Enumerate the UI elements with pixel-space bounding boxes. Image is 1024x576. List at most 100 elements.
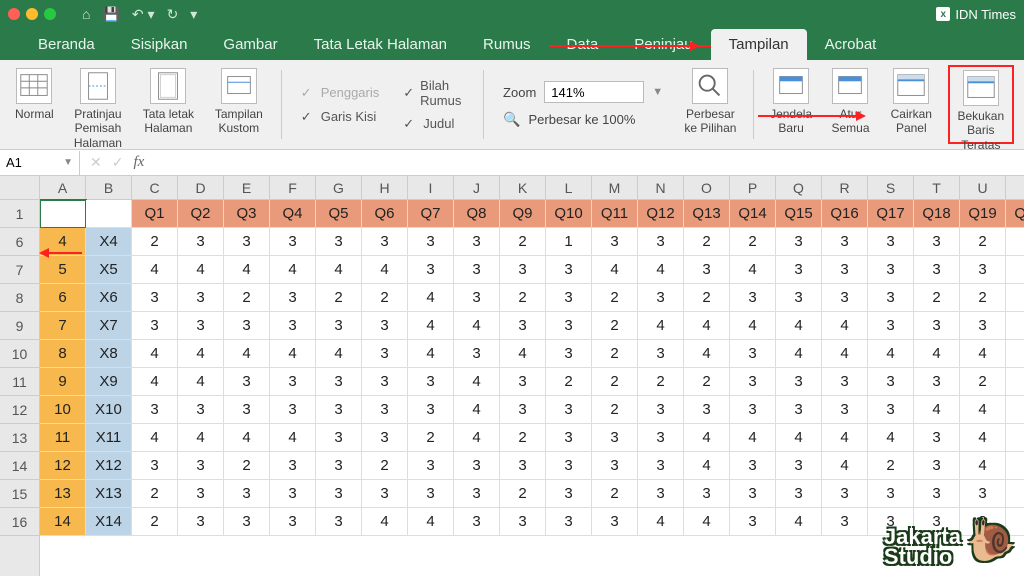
select-all-corner[interactable] [0, 176, 39, 200]
cell[interactable]: 3 [500, 508, 546, 536]
cell[interactable]: 2 [362, 452, 408, 480]
cell[interactable]: 4 [822, 452, 868, 480]
cell[interactable]: 4 [316, 256, 362, 284]
cell[interactable]: 4 [270, 424, 316, 452]
column-header[interactable]: P [730, 176, 776, 199]
cell[interactable]: 4 [638, 312, 684, 340]
cell[interactable]: 4 [776, 340, 822, 368]
cancel-formula-icon[interactable]: ✕ [90, 154, 102, 171]
cell[interactable]: 4 [224, 424, 270, 452]
cell[interactable]: 11 [40, 424, 86, 452]
cell[interactable]: 3 [546, 284, 592, 312]
show-formula-bar-checkbox[interactable]: ✓ Bilah Rumus [403, 78, 464, 108]
cell[interactable]: 14 [40, 508, 86, 536]
cell[interactable]: 3 [316, 452, 362, 480]
cell[interactable]: 3 [914, 480, 960, 508]
cell[interactable]: 3 [546, 396, 592, 424]
cell[interactable]: 3 [362, 312, 408, 340]
cell[interactable]: Q15 [776, 200, 822, 228]
cell[interactable]: 3 [270, 452, 316, 480]
cell[interactable]: 4 [1006, 424, 1024, 452]
cell[interactable]: 2 [500, 228, 546, 256]
column-header[interactable]: U [960, 176, 1006, 199]
cell[interactable]: 4 [730, 312, 776, 340]
save-icon[interactable]: 💾 [102, 6, 119, 23]
cell[interactable]: 3 [868, 228, 914, 256]
cell[interactable]: 3 [592, 228, 638, 256]
cell[interactable]: Q1 [132, 200, 178, 228]
cell[interactable]: 3 [500, 452, 546, 480]
undo-icon[interactable]: ↶ ▾ [132, 6, 155, 23]
cell[interactable]: 3 [638, 452, 684, 480]
cell[interactable]: X9 [86, 368, 132, 396]
cell[interactable]: 3 [132, 396, 178, 424]
cell[interactable]: Q7 [408, 200, 454, 228]
cell[interactable]: 4 [178, 368, 224, 396]
cell[interactable]: 3 [178, 480, 224, 508]
tab-acrobat[interactable]: Acrobat [807, 29, 895, 60]
cell[interactable]: 3 [270, 508, 316, 536]
cell[interactable]: 3 [546, 340, 592, 368]
cell[interactable]: 3 [730, 284, 776, 312]
cell[interactable]: 3 [776, 452, 822, 480]
cell[interactable]: 4 [454, 396, 500, 424]
cell[interactable]: 3 [270, 284, 316, 312]
cell[interactable]: 4 [776, 508, 822, 536]
cell[interactable]: 4 [822, 312, 868, 340]
cell[interactable]: 3 [408, 452, 454, 480]
cell[interactable]: 2 [868, 452, 914, 480]
cell[interactable] [40, 200, 86, 228]
cell[interactable]: 3 [776, 284, 822, 312]
cell[interactable]: 3 [362, 340, 408, 368]
cell[interactable]: 3 [178, 284, 224, 312]
cell[interactable]: 4 [822, 340, 868, 368]
column-header[interactable]: G [316, 176, 362, 199]
cell[interactable]: 4 [408, 284, 454, 312]
column-header[interactable]: A [40, 176, 86, 199]
cell[interactable]: X7 [86, 312, 132, 340]
cell[interactable]: 4 [960, 424, 1006, 452]
window-jendela-baru-button[interactable]: Jendela Baru [764, 65, 818, 144]
column-header[interactable]: V [1006, 176, 1024, 199]
cell[interactable]: 4 [178, 256, 224, 284]
cell[interactable]: 3 [408, 228, 454, 256]
cell[interactable]: 3 [1006, 228, 1024, 256]
redo-icon[interactable]: ↻ [167, 6, 179, 23]
cell[interactable]: X11 [86, 424, 132, 452]
cell[interactable]: 4 [776, 424, 822, 452]
cell[interactable]: 2 [592, 312, 638, 340]
window-atur-semua-button[interactable]: Atur Semua [826, 65, 875, 144]
cell[interactable]: 5 [40, 256, 86, 284]
cell[interactable]: 3 [730, 452, 776, 480]
cell[interactable]: 3 [270, 312, 316, 340]
cell[interactable]: 3 [500, 368, 546, 396]
cell[interactable]: 3 [316, 424, 362, 452]
cell[interactable]: 3 [822, 284, 868, 312]
cell[interactable]: Q20 [1006, 200, 1024, 228]
cell[interactable]: 8 [40, 340, 86, 368]
cell[interactable]: 3 [546, 312, 592, 340]
cell[interactable]: X12 [86, 452, 132, 480]
cell[interactable]: 4 [224, 340, 270, 368]
cell[interactable]: 4 [592, 256, 638, 284]
cell[interactable]: 3 [684, 480, 730, 508]
cell[interactable]: 3 [638, 424, 684, 452]
cell[interactable]: 6 [40, 284, 86, 312]
cell[interactable]: 3 [638, 396, 684, 424]
minimize-window-icon[interactable] [26, 8, 38, 20]
cell[interactable]: 4 [684, 424, 730, 452]
cell[interactable]: 4 [270, 340, 316, 368]
cell[interactable]: Q4 [270, 200, 316, 228]
cell[interactable]: 2 [408, 424, 454, 452]
cell[interactable]: 2 [362, 284, 408, 312]
cell[interactable]: X13 [86, 480, 132, 508]
cell[interactable]: 3 [868, 480, 914, 508]
tab-beranda[interactable]: Beranda [20, 29, 113, 60]
view-pratinjau-pemisah-halaman-button[interactable]: Pratinjau Pemisah Halaman [67, 65, 129, 144]
cell[interactable]: 4 [270, 256, 316, 284]
cell[interactable]: 3 [178, 452, 224, 480]
cell[interactable]: 3 [730, 480, 776, 508]
cell[interactable]: 2 [914, 284, 960, 312]
cell[interactable]: 3 [638, 340, 684, 368]
cell[interactable]: 4 [362, 508, 408, 536]
